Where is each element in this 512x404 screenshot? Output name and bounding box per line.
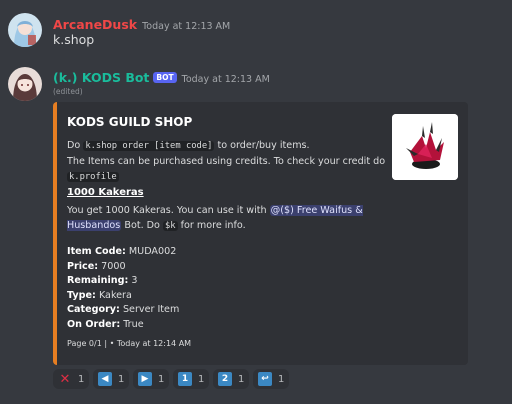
left-arrow-icon: ◀ — [98, 372, 112, 386]
reaction-keycap-1[interactable]: 1 1 — [173, 369, 210, 389]
reaction-right-arrow[interactable]: ▶ 1 — [133, 369, 170, 389]
field-value: 7000 — [101, 260, 126, 272]
reactions-bar: ✕ 1 ◀ 1 ▶ 1 1 1 2 1 ↩ 1 — [53, 369, 493, 389]
reaction-keycap-2[interactable]: 2 1 — [213, 369, 250, 389]
message-header: ArcaneDusk Today at 12:13 AM — [53, 14, 230, 33]
field-value: MUDA002 — [128, 246, 177, 257]
desc-text: to order/buy items. — [214, 140, 310, 151]
right-arrow-icon: ▶ — [138, 372, 152, 386]
reaction-left-arrow[interactable]: ◀ 1 — [93, 369, 130, 389]
field-name: Type: — [67, 289, 96, 301]
desc-text: Do — [67, 140, 84, 151]
message-content: k.shop — [53, 32, 95, 47]
cross-mark-icon: ✕ — [59, 371, 71, 387]
keycap-1-icon: 1 — [178, 372, 192, 386]
field-name: Category: — [67, 304, 120, 315]
timestamp: Today at 12:13 AM — [181, 74, 270, 85]
desc-text: The Items can be purchased using credits… — [67, 156, 386, 167]
reaction-count: 1 — [78, 373, 85, 385]
edited-label: (edited) — [53, 87, 83, 96]
field-value: Server Item — [122, 304, 180, 315]
field-value: Kakera — [98, 289, 132, 301]
embed-description: Do k.shop order [item code] to order/buy… — [67, 138, 387, 185]
username[interactable]: (k.) KODS Bot — [53, 70, 149, 85]
field-name: On Order: — [67, 318, 121, 330]
username[interactable]: ArcaneDusk — [53, 17, 137, 32]
reaction-count: 1 — [278, 373, 285, 385]
field-type: Type: Kakera — [67, 289, 179, 304]
reaction-count: 1 — [238, 373, 245, 385]
embed-fields: Item Code: MUDA002 Price: 7000 Remaining… — [67, 245, 179, 332]
reaction-count: 1 — [118, 373, 125, 385]
embed-footer: Page 0/1 | • Today at 12:14 AM — [67, 339, 192, 348]
field-category: Category: Server Item — [67, 303, 179, 318]
inline-code: k.profile — [67, 172, 119, 182]
item-desc-text: You get 1000 Kakeras. You can use it wit… — [67, 205, 270, 216]
avatar[interactable] — [8, 67, 42, 101]
field-name: Price: — [67, 260, 99, 272]
bot-badge: BOT — [153, 72, 177, 83]
field-remaining: Remaining: 3 — [67, 274, 179, 289]
embed-item-description: You get 1000 Kakeras. You can use it wit… — [67, 203, 377, 234]
item-desc-text: for more info. — [177, 220, 246, 231]
inline-code: k.shop order [item code] — [83, 141, 215, 151]
item-desc-text: Bot. Do — [121, 220, 163, 231]
return-arrow-icon: ↩ — [258, 372, 272, 386]
field-item-code: Item Code: MUDA002 — [67, 245, 179, 260]
timestamp: Today at 12:13 AM — [142, 21, 231, 32]
field-name: Item Code: — [67, 246, 126, 257]
field-value: True — [123, 318, 144, 330]
embed-title: KODS GUILD SHOP — [67, 115, 193, 129]
message-header: (k.) KODS Bot BOT Today at 12:13 AM — [53, 67, 270, 86]
reaction-count: 1 — [198, 373, 205, 385]
inline-code: $k — [162, 221, 178, 231]
reaction-count: 1 — [158, 373, 165, 385]
shop-embed: KODS GUILD SHOP Do k.shop order [item co… — [53, 102, 468, 365]
field-name: Remaining: — [67, 275, 129, 286]
keycap-2-icon: 2 — [218, 372, 232, 386]
avatar[interactable] — [8, 13, 42, 47]
reaction-cross[interactable]: ✕ 1 — [53, 369, 90, 389]
reaction-return-arrow[interactable]: ↩ 1 — [253, 369, 290, 389]
item-thumbnail[interactable] — [392, 114, 458, 180]
field-price: Price: 7000 — [67, 260, 179, 275]
field-on-order: On Order: True — [67, 318, 179, 333]
field-value: 3 — [131, 275, 138, 286]
message-arcanedusk: ArcaneDusk Today at 12:13 AM k.shop — [0, 0, 512, 56]
embed-item-title: 1000 Kakeras — [67, 187, 144, 198]
